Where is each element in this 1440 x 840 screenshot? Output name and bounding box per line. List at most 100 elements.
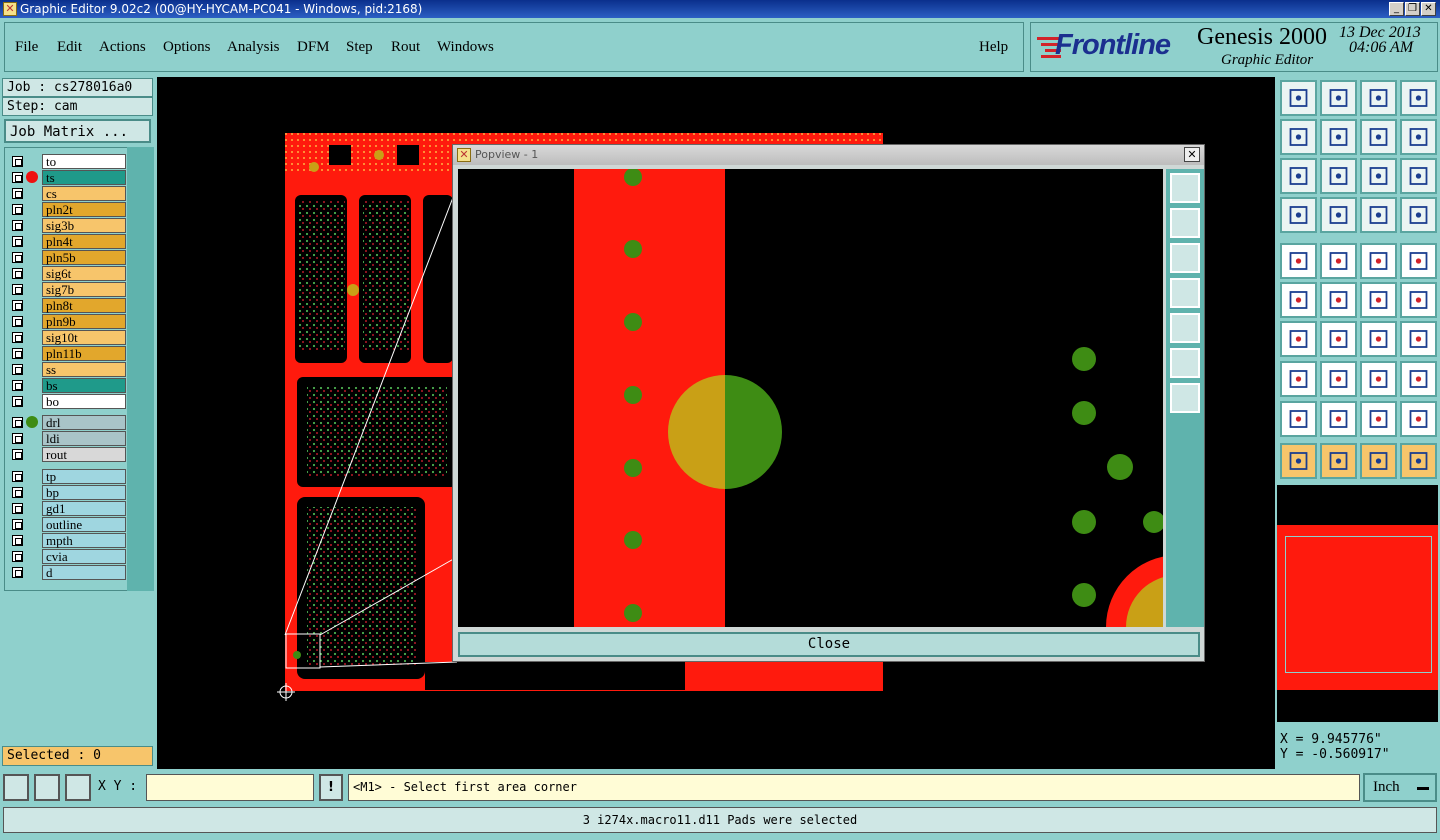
layer-colors-icon[interactable] [1360,197,1397,233]
move-icon[interactable] [1360,282,1397,318]
grid-mode-icon[interactable] [65,774,91,801]
layer-row-bo[interactable]: bo [8,394,126,409]
menu-step[interactable]: Step [346,39,373,56]
pad-tool-icon[interactable] [1400,243,1437,279]
layer-row-to[interactable]: to [8,154,126,169]
layer-row-ldi[interactable]: ldi [8,431,126,446]
layer-checkbox[interactable] [12,300,23,311]
popview-pan-right-icon[interactable] [1170,313,1200,343]
layer-checkbox[interactable] [12,172,23,183]
layer-row-sig10t[interactable]: sig10t [8,330,126,345]
layer-checkbox[interactable] [12,535,23,546]
alert-icon[interactable]: ! [319,774,343,801]
layer-row-pln11b[interactable]: pln11b [8,346,126,361]
pan-right-icon[interactable] [1320,119,1357,155]
arch-icon[interactable] [1320,401,1357,437]
layer-row-pln2t[interactable]: pln2t [8,202,126,217]
redo-icon[interactable] [1400,119,1437,155]
layer-checkbox[interactable] [12,284,23,295]
zoom-extents-icon[interactable] [1280,158,1317,194]
layer-checkbox[interactable] [12,417,23,428]
layer-row-pln5b[interactable]: pln5b [8,250,126,265]
layer-highlight-icon[interactable] [1400,197,1437,233]
popview-canvas[interactable] [458,169,1163,627]
select-box-icon[interactable] [1320,443,1357,479]
menu-dfm[interactable]: DFM [297,39,330,56]
menu-windows[interactable]: Windows [437,39,494,56]
layer-checkbox[interactable] [12,449,23,460]
layer-row-pln8t[interactable]: pln8t [8,298,126,313]
measure-mode-icon[interactable] [34,774,60,801]
layer-checkbox[interactable] [12,380,23,391]
layer-checkbox[interactable] [12,316,23,327]
menu-analysis[interactable]: Analysis [227,39,280,56]
arch-alt-icon[interactable] [1360,401,1397,437]
popview-pan-up-icon[interactable] [1170,208,1200,238]
layer-row-sig6t[interactable]: sig6t [8,266,126,281]
popview-fit-icon[interactable] [1170,173,1200,203]
popview-close-button[interactable]: Close [458,632,1200,657]
mirror-icon[interactable] [1400,321,1437,357]
popview-zoom-out-icon[interactable] [1170,383,1200,413]
arch-fill-icon[interactable] [1400,401,1437,437]
snap-icon[interactable] [1280,361,1317,397]
layer-row-outline[interactable]: outline [8,517,126,532]
layer-row-pln9b[interactable]: pln9b [8,314,126,329]
layer-row-cvia[interactable]: cvia [8,549,126,564]
layer-row-tp[interactable]: tp [8,469,126,484]
layer-checkbox[interactable] [12,348,23,359]
home-icon[interactable] [1360,80,1397,116]
layer-checkbox[interactable] [12,396,23,407]
layer-checkbox[interactable] [12,252,23,263]
menu-file[interactable]: File [15,39,38,56]
undo-icon[interactable] [1360,119,1397,155]
popview-pan-left-icon[interactable] [1170,278,1200,308]
split-icon[interactable] [1320,361,1357,397]
job-matrix-button[interactable]: Job Matrix ... [4,119,151,143]
layer-checkbox[interactable] [12,188,23,199]
popview-pan-down-icon[interactable] [1170,243,1200,273]
maximize-button[interactable]: ❐ [1405,2,1420,16]
menu-rout[interactable]: Rout [391,39,420,56]
menu-edit[interactable]: Edit [57,39,82,56]
close-window-button[interactable]: ✕ [1421,2,1436,16]
zoom-1to1-icon[interactable] [1360,158,1397,194]
layer-checkbox[interactable] [12,551,23,562]
resize-icon[interactable] [1360,361,1397,397]
layer-checkbox[interactable] [12,236,23,247]
triangle-icon[interactable] [1280,401,1317,437]
layer-row-drl[interactable]: drl [8,415,126,430]
settings-icon[interactable] [1280,197,1317,233]
snap-mode-icon[interactable] [3,774,29,801]
angle-icon[interactable] [1280,321,1317,357]
layer-checkbox[interactable] [12,433,23,444]
delete-icon[interactable] [1320,282,1357,318]
layer-row-pln4t[interactable]: pln4t [8,234,126,249]
select-area-icon[interactable] [1360,443,1397,479]
layer-row-sig3b[interactable]: sig3b [8,218,126,233]
layer-row-gd1[interactable]: gd1 [8,501,126,516]
layer-row-ts[interactable]: ts [8,170,126,185]
popview-zoom-in-icon[interactable] [1170,348,1200,378]
layer-row-bs[interactable]: bs [8,378,126,393]
menu-help[interactable]: Help [979,39,1008,56]
ruler-icon[interactable] [1360,243,1397,279]
layer-checkbox[interactable] [12,220,23,231]
pan-left-icon[interactable] [1280,119,1317,155]
layer-row-cs[interactable]: cs [8,186,126,201]
layer-checkbox[interactable] [12,503,23,514]
layer-row-sig7b[interactable]: sig7b [8,282,126,297]
layer-checkbox[interactable] [12,471,23,482]
layer-row-bp[interactable]: bp [8,485,126,500]
layer-checkbox[interactable] [12,156,23,167]
rotate-icon[interactable] [1360,321,1397,357]
minimize-button[interactable]: _ [1389,2,1404,16]
layer-row-mpth[interactable]: mpth [8,533,126,548]
layer-checkbox[interactable] [12,204,23,215]
layer-row-rout[interactable]: rout [8,447,126,462]
grid-icon[interactable] [1320,197,1357,233]
xy-input[interactable] [146,774,314,801]
help-icon[interactable] [1400,158,1437,194]
connect-icon[interactable] [1280,282,1317,318]
copy-icon[interactable] [1400,282,1437,318]
